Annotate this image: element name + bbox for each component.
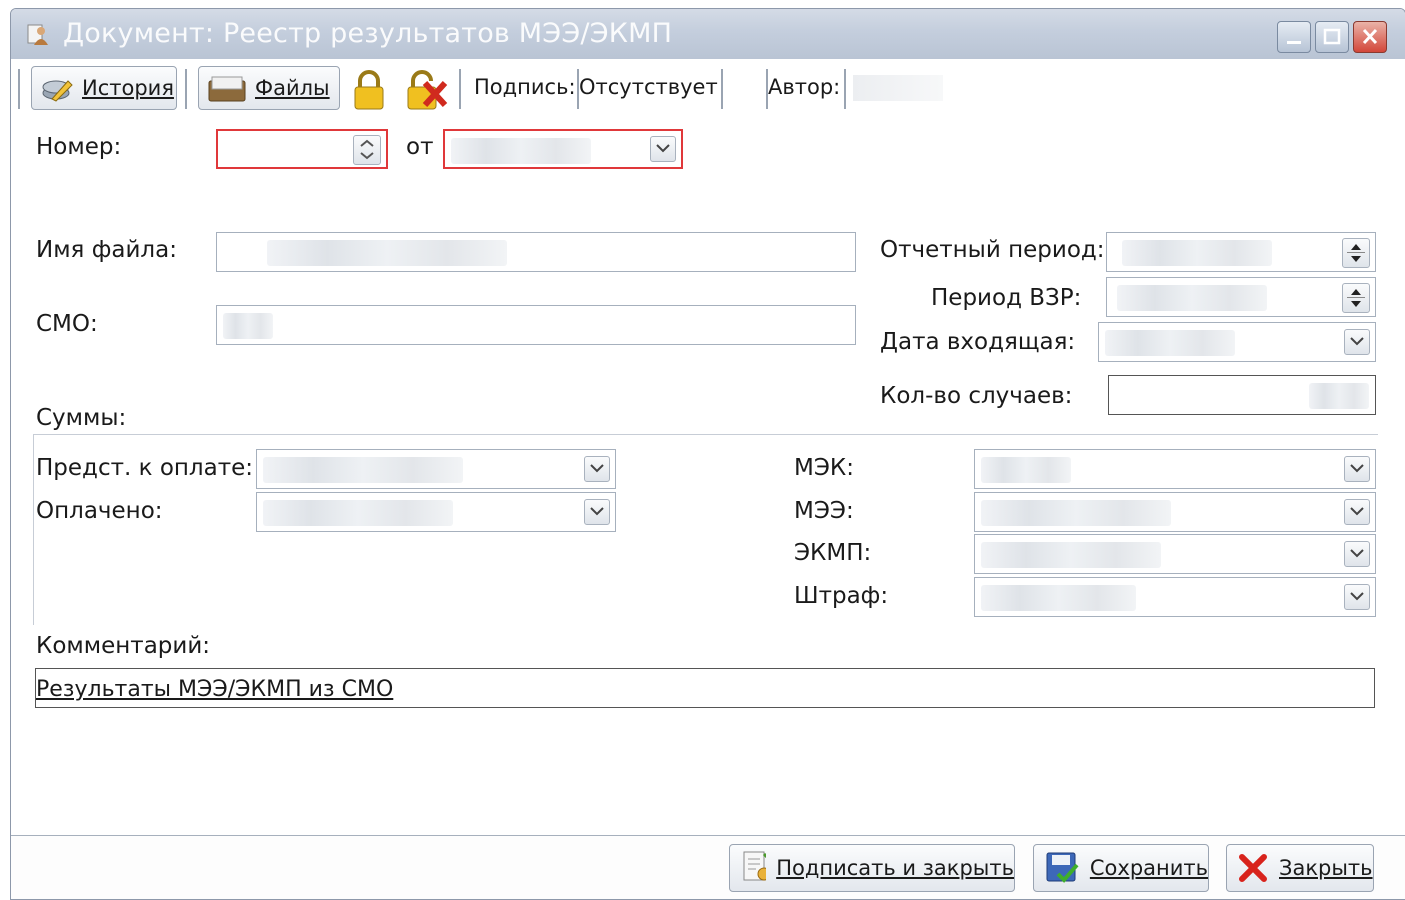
presented-label: Предст. к оплате: bbox=[36, 455, 254, 481]
mee-select[interactable] bbox=[974, 492, 1376, 532]
filename-label: Имя файла: bbox=[36, 237, 177, 263]
close-icon bbox=[1354, 22, 1386, 52]
incoming-date-label: Дата входящая: bbox=[880, 329, 1076, 355]
chevron-down-icon bbox=[590, 464, 604, 473]
cases-count-input[interactable] bbox=[1108, 375, 1376, 415]
report-period-input[interactable] bbox=[1106, 232, 1376, 272]
unlock-delete-icon[interactable] bbox=[405, 69, 449, 111]
toolbar-separator bbox=[459, 69, 461, 109]
chevron-down-icon bbox=[1350, 507, 1364, 516]
toolbar: История Файлы Подпись: Отсутствует Автор… bbox=[11, 61, 1405, 119]
paid-label: Оплачено: bbox=[36, 498, 163, 524]
number-label: Номер: bbox=[36, 134, 122, 160]
vzr-period-label: Период ВЗР: bbox=[931, 285, 1082, 311]
paid-dropdown-button[interactable] bbox=[584, 499, 610, 525]
fine-label: Штраф: bbox=[794, 583, 889, 609]
close-label: Закрыть bbox=[1279, 856, 1373, 880]
title-bar[interactable]: Документ: Реестр результатов МЭЭ/ЭКМП bbox=[11, 9, 1405, 59]
minimize-button[interactable] bbox=[1277, 21, 1311, 53]
smo-label: СМО: bbox=[36, 311, 98, 337]
vzr-period-spinner[interactable] bbox=[1342, 283, 1370, 313]
ekmp-select[interactable] bbox=[974, 534, 1376, 574]
document-window: Документ: Реестр результатов МЭЭ/ЭКМП Ис… bbox=[10, 8, 1405, 900]
spin-up-down-icon bbox=[1347, 244, 1365, 262]
toolbar-separator bbox=[721, 69, 723, 109]
maximize-icon bbox=[1316, 22, 1348, 52]
files-button[interactable]: Файлы bbox=[198, 66, 340, 110]
history-button[interactable]: История bbox=[31, 66, 177, 110]
spin-up-down-icon bbox=[360, 139, 374, 160]
vzr-period-input[interactable] bbox=[1106, 277, 1376, 317]
filename-input[interactable] bbox=[216, 232, 856, 272]
chevron-down-icon bbox=[1350, 337, 1364, 346]
chevron-down-icon bbox=[1350, 592, 1364, 601]
mek-select[interactable] bbox=[974, 449, 1376, 489]
number-input[interactable] bbox=[216, 129, 388, 169]
sums-label: Суммы: bbox=[36, 405, 127, 431]
chevron-down-icon bbox=[1350, 549, 1364, 558]
window-close-button[interactable] bbox=[1353, 21, 1387, 53]
incoming-date-select[interactable] bbox=[1098, 322, 1376, 362]
history-label: История bbox=[82, 76, 174, 100]
mek-dropdown-button[interactable] bbox=[1344, 456, 1370, 482]
chevron-down-icon bbox=[590, 507, 604, 516]
sign-and-close-button[interactable]: Подписать и закрыть bbox=[729, 844, 1015, 892]
lock-icon[interactable] bbox=[351, 69, 387, 111]
author-label: Автор: bbox=[768, 75, 841, 99]
fine-select[interactable] bbox=[974, 577, 1376, 617]
spin-up-down-icon bbox=[1347, 289, 1365, 307]
save-button[interactable]: Сохранить bbox=[1033, 844, 1209, 892]
minimize-icon bbox=[1278, 22, 1310, 52]
close-button[interactable]: Закрыть bbox=[1226, 844, 1374, 892]
number-spinner[interactable] bbox=[353, 135, 381, 165]
red-x-icon bbox=[1239, 854, 1267, 882]
window-title: Документ: Реестр результатов МЭЭ/ЭКМП bbox=[63, 18, 673, 49]
ekmp-label: ЭКМП: bbox=[794, 540, 872, 566]
smo-input[interactable] bbox=[216, 305, 856, 345]
save-label: Сохранить bbox=[1089, 856, 1208, 880]
files-label: Файлы bbox=[255, 76, 330, 100]
mek-label: МЭК: bbox=[794, 455, 854, 481]
fine-dropdown-button[interactable] bbox=[1344, 584, 1370, 610]
signature-label: Подпись: bbox=[474, 75, 576, 99]
mee-label: МЭЭ: bbox=[794, 498, 854, 524]
signature-status: Отсутствует bbox=[579, 75, 718, 99]
incoming-date-dropdown-button[interactable] bbox=[1344, 329, 1370, 355]
author-value bbox=[853, 75, 943, 101]
save-icon bbox=[1046, 852, 1079, 883]
ekmp-dropdown-button[interactable] bbox=[1344, 541, 1370, 567]
mee-dropdown-button[interactable] bbox=[1344, 499, 1370, 525]
report-period-label: Отчетный период: bbox=[880, 237, 1105, 263]
sign-and-close-label: Подписать и закрыть bbox=[776, 856, 1014, 880]
sign-document-icon bbox=[743, 851, 767, 881]
bottom-button-bar: Подписать и закрыть Сохранить Закрыть bbox=[11, 835, 1405, 899]
toolbar-separator bbox=[18, 69, 20, 109]
chevron-down-icon bbox=[656, 144, 670, 153]
files-icon bbox=[208, 76, 246, 102]
document-user-icon bbox=[27, 24, 48, 45]
history-icon bbox=[42, 80, 73, 102]
from-label: от bbox=[406, 134, 434, 160]
presented-select[interactable] bbox=[256, 449, 616, 489]
date-select[interactable] bbox=[443, 129, 683, 169]
presented-dropdown-button[interactable] bbox=[584, 456, 610, 482]
maximize-button[interactable] bbox=[1315, 21, 1349, 53]
report-period-spinner[interactable] bbox=[1342, 238, 1370, 268]
chevron-down-icon bbox=[1350, 464, 1364, 473]
toolbar-separator bbox=[185, 69, 187, 109]
comment-label: Комментарий: bbox=[36, 633, 211, 659]
comment-input[interactable]: Результаты МЭЭ/ЭКМП из СМО bbox=[35, 668, 1375, 708]
date-dropdown-button[interactable] bbox=[650, 136, 676, 162]
paid-select[interactable] bbox=[256, 492, 616, 532]
cases-count-label: Кол-во случаев: bbox=[880, 383, 1073, 409]
toolbar-separator bbox=[844, 69, 846, 109]
